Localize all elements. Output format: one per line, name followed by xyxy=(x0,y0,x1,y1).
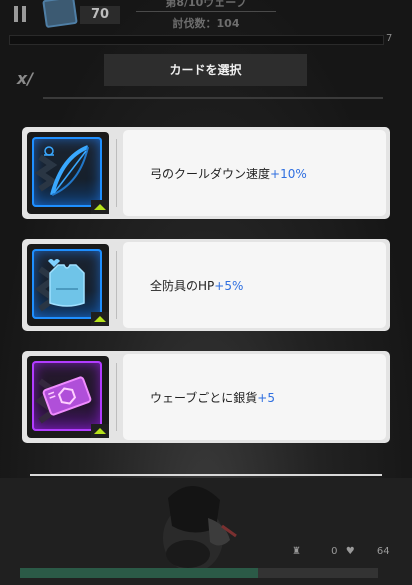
bow-icon xyxy=(32,137,102,207)
speed-button[interactable]: x/ xyxy=(10,66,40,92)
silver-coin-icon xyxy=(32,361,102,431)
card-description: 全防具のHP+5% xyxy=(123,242,386,328)
card-separator xyxy=(116,251,117,319)
card-label: ウェーブごとに銀貨 xyxy=(150,390,258,405)
kill-count: 討伐数：104 xyxy=(172,17,240,30)
card-icon-frame xyxy=(27,356,109,438)
ally-count: 0 xyxy=(331,546,338,557)
card-icon-frame xyxy=(27,244,109,326)
base-hp-bar xyxy=(9,35,384,45)
pause-button[interactable] xyxy=(9,3,31,25)
card-description: ウェーブごとに銀貨+5 xyxy=(123,354,386,440)
unit-stats: ♜ 0 ♥ 64 xyxy=(292,546,395,557)
heart-icon: ♥ xyxy=(345,546,355,557)
card-value: +5% xyxy=(214,278,244,293)
player-character xyxy=(163,485,237,572)
card-icon-frame xyxy=(27,132,109,214)
level-up-badge xyxy=(91,200,109,214)
coin-icon xyxy=(42,0,78,29)
card-value: +10% xyxy=(270,166,307,181)
armor-vest-icon xyxy=(32,249,102,319)
wave-label: 第8/10ウェーブ xyxy=(165,0,247,9)
card-bow-cooldown[interactable]: 弓のクールダウン速度+10% xyxy=(22,127,390,219)
experience-bar-track xyxy=(258,568,378,578)
card-silver-per-wave[interactable]: ウェーブごとに銀貨+5 xyxy=(22,351,390,443)
card-armor-hp[interactable]: 全防具のHP+5% xyxy=(22,239,390,331)
ally-icon: ♜ xyxy=(292,546,301,557)
base-hp-value: 7 xyxy=(386,33,393,44)
wave-divider xyxy=(136,11,276,12)
experience-bar-fill xyxy=(20,568,258,578)
coin-count: 70 xyxy=(80,6,120,24)
card-select-title: カードを選択 xyxy=(104,54,307,86)
card-separator xyxy=(116,139,117,207)
level-up-badge xyxy=(91,424,109,438)
top-hud: 70 第8/10ウェーブ 討伐数：104 xyxy=(0,0,412,34)
heart-count: 64 xyxy=(376,546,390,557)
card-separator xyxy=(116,363,117,431)
card-label: 弓のクールダウン速度 xyxy=(150,166,271,181)
card-label: 全防具のHP xyxy=(150,278,215,293)
dialog-bottom-divider xyxy=(30,474,382,476)
dialog-divider xyxy=(43,97,383,99)
level-up-badge xyxy=(91,312,109,326)
card-value: +5 xyxy=(257,390,275,405)
card-description: 弓のクールダウン速度+10% xyxy=(123,130,386,216)
